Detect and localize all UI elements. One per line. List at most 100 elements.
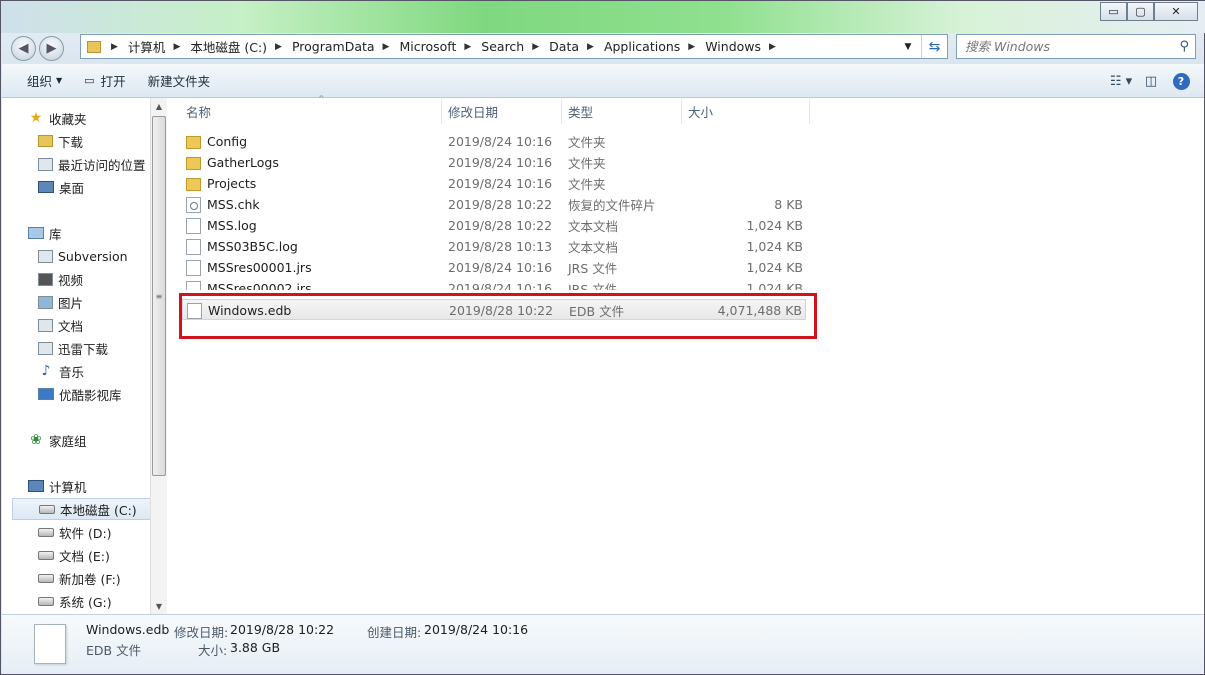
- sidebar-item-drive-g[interactable]: 系统 (G:): [38, 590, 112, 612]
- breadcrumb-windows[interactable]: Windows ▶: [705, 39, 784, 54]
- drive-icon: [39, 504, 55, 514]
- sidebar-item-homegroup[interactable]: ❀ 家庭组: [28, 429, 86, 451]
- file-icon: [186, 238, 201, 255]
- picture-icon: [38, 295, 53, 309]
- sidebar-item-subversion[interactable]: Subversion: [38, 245, 128, 267]
- document-library-icon: [38, 341, 53, 355]
- file-icon: [187, 302, 202, 319]
- column-header-size[interactable]: 大小: [682, 98, 810, 124]
- navigation-scrollbar[interactable]: ▲ ≡ ▼: [150, 98, 167, 614]
- sidebar-item-downloads[interactable]: 下载: [38, 130, 83, 152]
- address-bar[interactable]: ▶ 计算机 ▶ 本地磁盘 (C:) ▶ ProgramData ▶ Microsoft…: [80, 34, 948, 59]
- sidebar-item-computer[interactable]: 计算机: [28, 475, 87, 497]
- breadcrumb-programdata[interactable]: ProgramData ▶: [292, 39, 398, 54]
- details-modified-value: 2019/8/28 10:22: [230, 622, 335, 637]
- scroll-down-icon[interactable]: ▼: [151, 598, 167, 614]
- minimize-button[interactable]: ▭: [1100, 2, 1127, 21]
- details-size-label: 大小:: [198, 643, 228, 658]
- close-button[interactable]: ✕: [1154, 2, 1198, 21]
- sidebar-item-favorites[interactable]: ★ 收藏夹: [28, 107, 87, 129]
- column-header-type[interactable]: 类型: [562, 98, 682, 124]
- sidebar-item-music[interactable]: ♪ 音乐: [38, 360, 84, 382]
- file-list: 名称 ^ 修改日期 类型 大小 Config 2019/8/24 10:16 文件夹 …: [168, 94, 1204, 614]
- homegroup-icon: ❀: [30, 432, 42, 448]
- maximize-button[interactable]: ▢: [1127, 2, 1154, 21]
- file-row[interactable]: MSSres00002.jrs 2019/8/24 10:16 JRS 文件 1,02…: [182, 278, 806, 290]
- navigation-bar: ◀ ▶ ▶ 计算机 ▶ 本地磁盘 (C:) ▶ ProgramData ▶ Micro…: [1, 31, 1205, 63]
- refresh-icon[interactable]: ⇆: [921, 35, 947, 58]
- folder-icon: [186, 177, 201, 191]
- breadcrumb-separator[interactable]: ▶: [111, 42, 118, 52]
- breadcrumb-c-drive[interactable]: 本地磁盘 (C:) ▶: [190, 37, 290, 56]
- file-large-icon: [34, 624, 66, 664]
- video-icon: [38, 272, 53, 286]
- help-button[interactable]: ?: [1166, 69, 1196, 93]
- video-library-icon: [38, 388, 54, 400]
- breadcrumb-applications[interactable]: Applications ▶: [604, 39, 703, 54]
- sidebar-item-drive-c[interactable]: 本地磁盘 (C:): [12, 498, 150, 520]
- sidebar-item-thunder-downloads[interactable]: 迅雷下载: [38, 337, 108, 359]
- details-created-value: 2019/8/24 10:16: [424, 622, 529, 637]
- recent-places-icon: [38, 157, 53, 171]
- forward-button[interactable]: ▶: [39, 36, 64, 61]
- details-size-value: 3.88 GB: [230, 640, 281, 655]
- back-button[interactable]: ◀: [11, 36, 36, 61]
- file-row[interactable]: MSS03B5C.log 2019/8/28 10:13 文本文档 1,024 KB: [182, 236, 806, 257]
- drive-icon: [38, 550, 54, 560]
- sidebar-item-desktop[interactable]: 桌面: [38, 176, 84, 198]
- sidebar-item-videos[interactable]: 视频: [38, 268, 83, 290]
- scroll-up-icon[interactable]: ▲: [151, 98, 167, 114]
- sidebar-item-documents[interactable]: 文档: [38, 314, 83, 336]
- folder-icon: [186, 135, 201, 149]
- document-library-icon: [38, 249, 53, 263]
- search-icon[interactable]: ⚲: [1179, 39, 1189, 54]
- open-button[interactable]: ▭ 打开: [73, 68, 136, 94]
- file-icon: [186, 259, 201, 276]
- details-file-name: Windows.edb: [86, 622, 170, 637]
- details-modified-label: 修改日期:: [174, 625, 229, 640]
- file-row[interactable]: GatherLogs 2019/8/24 10:16 文件夹: [182, 152, 806, 173]
- preview-pane-icon[interactable]: ◫: [1136, 69, 1166, 93]
- file-row[interactable]: MSS.log 2019/8/28 10:22 文本文档 1,024 KB: [182, 215, 806, 236]
- file-row[interactable]: Projects 2019/8/24 10:16 文件夹: [182, 173, 806, 194]
- sort-ascending-icon: ^: [318, 94, 325, 103]
- address-dropdown-icon[interactable]: ▼: [897, 35, 919, 58]
- details-created-label: 创建日期:: [367, 625, 422, 640]
- file-row-selected[interactable]: Windows.edb 2019/8/28 10:22 EDB 文件 4,071,48…: [182, 299, 806, 320]
- downloads-folder-icon: [38, 135, 53, 147]
- window-controls: ▭ ▢ ✕: [1100, 2, 1198, 21]
- breadcrumb-data[interactable]: Data ▶: [549, 39, 602, 54]
- search-box[interactable]: ⚲: [956, 34, 1196, 59]
- file-row[interactable]: MSS.chk 2019/8/28 10:22 恢复的文件碎片 8 KB: [182, 194, 806, 215]
- breadcrumb-computer[interactable]: 计算机 ▶: [128, 37, 188, 56]
- sidebar-item-libraries[interactable]: 库: [28, 222, 62, 244]
- star-icon: ★: [29, 110, 43, 126]
- breadcrumb-microsoft[interactable]: Microsoft ▶: [399, 39, 479, 54]
- breadcrumb-search[interactable]: Search ▶: [481, 39, 547, 54]
- sidebar-item-youku[interactable]: 优酷影视库: [38, 383, 122, 405]
- sidebar-item-drive-d[interactable]: 软件 (D:): [38, 521, 112, 543]
- new-folder-button[interactable]: 新建文件夹: [137, 68, 222, 94]
- file-row[interactable]: MSSres00001.jrs 2019/8/24 10:16 JRS 文件 1,02…: [182, 257, 806, 278]
- recovered-fragment-icon: [186, 196, 201, 213]
- library-icon: [28, 227, 44, 239]
- sidebar-item-pictures[interactable]: 图片: [38, 291, 83, 313]
- music-icon: ♪: [41, 363, 51, 379]
- column-header-name[interactable]: 名称 ^: [180, 94, 442, 124]
- view-options-icon[interactable]: ☷ ▾: [1106, 69, 1136, 93]
- explorer-window: ▭ ▢ ✕ ◀ ▶ ▶ 计算机 ▶ 本地磁盘 (C:) ▶ ProgramData ▶…: [0, 0, 1205, 675]
- scroll-thumb[interactable]: ≡: [152, 116, 166, 476]
- desktop-icon: [38, 181, 54, 193]
- document-icon: [38, 318, 53, 332]
- sidebar-item-drive-f[interactable]: 新加卷 (F:): [38, 567, 121, 589]
- column-header-date[interactable]: 修改日期: [442, 98, 562, 124]
- sidebar-item-recent[interactable]: 最近访问的位置: [38, 153, 146, 175]
- file-row[interactable]: Config 2019/8/24 10:16 文件夹: [182, 131, 806, 152]
- organize-button[interactable]: 组织 ▼: [16, 68, 73, 94]
- drive-icon: [38, 527, 54, 537]
- folder-icon: [87, 40, 101, 53]
- search-input[interactable]: [965, 39, 1165, 54]
- computer-icon: [28, 480, 44, 492]
- sidebar-item-drive-e[interactable]: 文档 (E:): [38, 544, 110, 566]
- file-icon: [186, 217, 201, 234]
